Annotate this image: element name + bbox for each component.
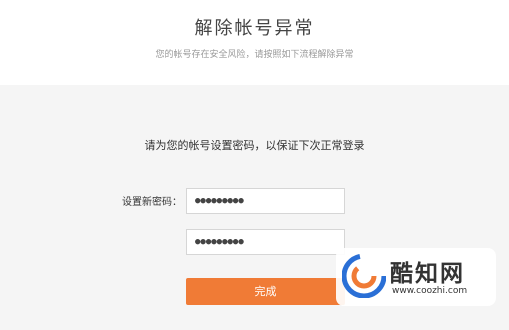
new-password-input[interactable]: ●●●●●●●●● bbox=[186, 188, 345, 214]
new-password-label: 设置新密码： bbox=[122, 197, 182, 208]
coozhi-logo-icon bbox=[342, 254, 386, 298]
confirm-password-input[interactable]: ●●●●●●●●● bbox=[186, 229, 345, 255]
header-area bbox=[0, 0, 509, 85]
watermark-name: 酷知网 bbox=[390, 261, 465, 287]
form-instruction: 请为您的帐号设置密码，以保证下次正常登录 bbox=[144, 139, 365, 152]
watermark-url: www.coozhi.com bbox=[392, 286, 468, 296]
watermark: 酷知网 www.coozhi.com bbox=[336, 248, 496, 306]
page-title: 解除帐号异常 bbox=[194, 18, 315, 39]
page-subtitle: 您的帐号存在安全风险，请按照如下流程解除异常 bbox=[155, 50, 354, 60]
done-button[interactable]: 完成 bbox=[186, 278, 345, 305]
